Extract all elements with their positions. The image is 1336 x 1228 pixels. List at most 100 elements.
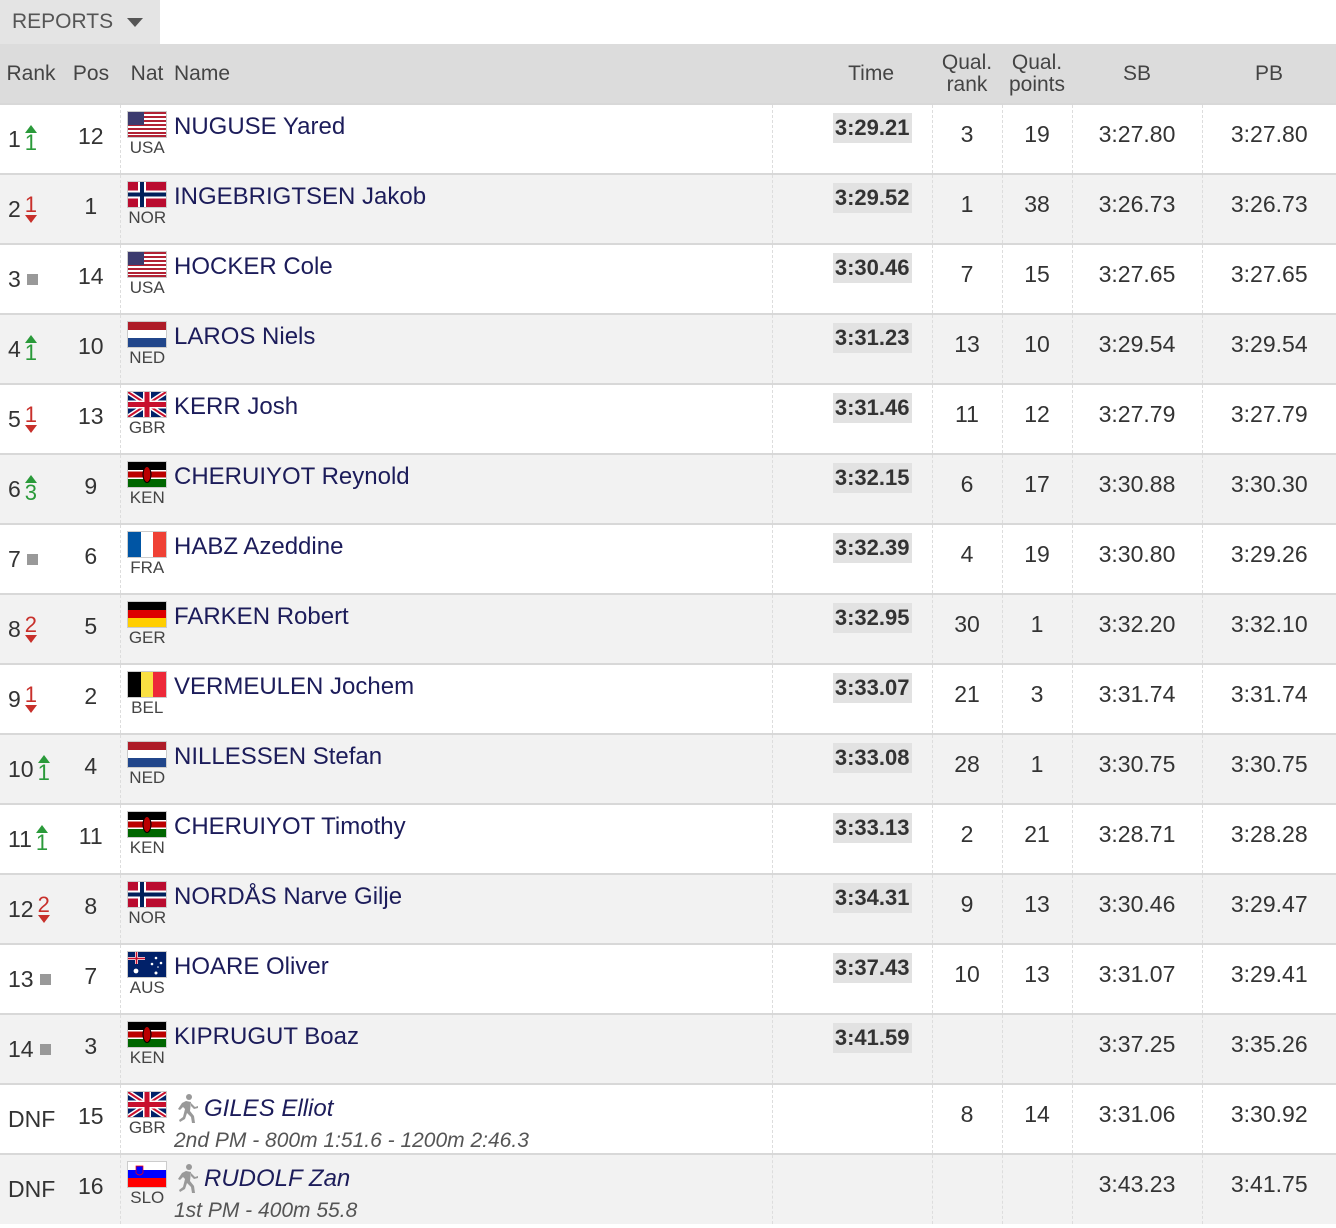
header-sb[interactable]: SB bbox=[1072, 44, 1202, 104]
time-value: 3:37.43 bbox=[832, 953, 912, 983]
athlete-name[interactable]: HOARE Oliver bbox=[174, 953, 329, 981]
rank-cell: 63 bbox=[0, 453, 62, 524]
rank-value: 5 bbox=[8, 405, 21, 432]
table-row[interactable]: 6 3 9 KEN CHERUIYOT Reynold 3:32.15 6 17 3:30.88… bbox=[0, 453, 1336, 524]
move-up-indicator: 3 bbox=[25, 475, 37, 504]
flag-nor-icon bbox=[127, 881, 168, 908]
table-row[interactable]: 5 1 13 GBR KERR Josh 3:31.46 11 12 3:27.79 3:27.7… bbox=[0, 383, 1336, 454]
rank-cell: 10 1 bbox=[0, 733, 62, 804]
athlete-name[interactable]: NUGUSE Yared bbox=[174, 113, 345, 141]
sb-cell: 3:31.06 bbox=[1072, 1083, 1203, 1154]
athlete-name[interactable]: GILES Elliot bbox=[204, 1095, 333, 1123]
pb-cell: 3:41.75 bbox=[1202, 1153, 1336, 1224]
qual-rank-cell: 9 bbox=[932, 873, 1003, 944]
athlete-name[interactable]: RUDOLF Zan bbox=[204, 1165, 350, 1193]
athlete-name[interactable]: CHERUIYOT Reynold bbox=[174, 463, 410, 491]
rank-value: DNF bbox=[8, 1175, 56, 1202]
athlete-name[interactable]: CHERUIYOT Timothy bbox=[174, 813, 406, 841]
table-row[interactable]: DNF 16 SLO RUDOLF Zan 1st PM - 400m 55.8 3:43… bbox=[0, 1153, 1336, 1224]
reports-dropdown-button[interactable]: REPORTS bbox=[0, 0, 160, 44]
reports-label: REPORTS bbox=[12, 10, 114, 33]
table-row[interactable]: 3 14 USA HOCKER Cole 3:30.46 7 15 3:27.65 3:27.6… bbox=[0, 243, 1336, 314]
name-cell: KERR Josh bbox=[174, 383, 773, 454]
qual-rank-cell bbox=[932, 1013, 1003, 1084]
toolbar: REPORTS bbox=[0, 0, 1336, 44]
rank-value: 8 bbox=[8, 615, 21, 642]
header-pos[interactable]: Pos bbox=[62, 44, 120, 104]
table-row[interactable]: 1 1 12 USA NUGUSE Yared 3:29.21 3 19 3:27.80 3:27… bbox=[0, 103, 1336, 174]
athlete-name[interactable]: KIPRUGUT Boaz bbox=[174, 1023, 359, 1051]
qual-rank-cell: 4 bbox=[932, 523, 1003, 594]
nat-code: USA bbox=[129, 278, 165, 297]
athlete-name[interactable]: FARKEN Robert bbox=[174, 603, 349, 631]
qual-rank-cell: 7 bbox=[932, 243, 1003, 314]
header-nat[interactable]: Nat bbox=[120, 44, 174, 104]
table-row[interactable]: 2 1 1 NOR INGEBRIGTSEN Jakob 3:29.52 1 38 3:26.7… bbox=[0, 173, 1336, 244]
rank-cell: 51 bbox=[0, 383, 62, 454]
pos-cell: 7 bbox=[62, 943, 121, 1014]
move-count: 2 bbox=[37, 892, 50, 917]
pos-cell: 4 bbox=[62, 733, 121, 804]
time-value: 3:41.59 bbox=[832, 1023, 912, 1053]
header-qual-points[interactable]: Qual. points bbox=[1002, 44, 1072, 104]
nat-cell: NED bbox=[120, 313, 174, 384]
move-count: 1 bbox=[24, 402, 38, 427]
pb-cell: 3:32.10 bbox=[1202, 593, 1336, 664]
rank-value: 2 bbox=[8, 195, 21, 222]
qual-rank-cell: 10 bbox=[932, 943, 1003, 1014]
time-value: 3:33.08 bbox=[832, 743, 912, 773]
athlete-name[interactable]: HOCKER Cole bbox=[174, 253, 333, 281]
table-row[interactable]: 14 3 KEN KIPRUGUT Boaz 3:41.59 3:37.25 3:35.26 bbox=[0, 1013, 1336, 1084]
table-row[interactable]: DNF 15 GBR GILES Elliot 2nd PM - 800m 1:51.6… bbox=[0, 1083, 1336, 1154]
flag-ned-icon bbox=[127, 741, 168, 768]
table-row[interactable]: 7 6 FRA HABZ Azeddine 3:32.39 4 19 3:30.80 3:29.… bbox=[0, 523, 1336, 594]
table-row[interactable]: 10 1 4 NED NILLESSEN Stefan 3:33.08 28 1 3:30.75… bbox=[0, 733, 1336, 804]
qual-rank-cell: 11 bbox=[932, 383, 1003, 454]
rank-value: 11 bbox=[8, 825, 32, 852]
rank-cell: DNF bbox=[0, 1083, 62, 1154]
nat-code: GBR bbox=[128, 418, 166, 437]
table-row[interactable]: 11 1 11 KEN CHERUIYOT Timothy 3:33.13 2 21 3:28.… bbox=[0, 803, 1336, 874]
arrow-down-icon bbox=[24, 705, 37, 713]
athlete-name[interactable]: INGEBRIGTSEN Jakob bbox=[174, 183, 426, 211]
table-row[interactable]: 13 7 AUS HOARE Oliver 3:37.43 10 13 3:31.07 3:29… bbox=[0, 943, 1336, 1014]
qual-rank-cell: 13 bbox=[932, 313, 1003, 384]
athlete-name[interactable]: VERMEULEN Jochem bbox=[174, 673, 414, 701]
athlete-name[interactable]: NILLESSEN Stefan bbox=[174, 743, 382, 771]
qual-rank-cell: 3 bbox=[932, 103, 1003, 174]
nat-cell: AUS bbox=[120, 943, 174, 1014]
table-row[interactable]: 8 2 5 GER FARKEN Robert 3:32.95 30 1 3:32.20 3:32… bbox=[0, 593, 1336, 664]
athlete-name[interactable]: HABZ Azeddine bbox=[174, 533, 343, 561]
nat-code: NOR bbox=[128, 908, 167, 927]
name-cell: HOARE Oliver bbox=[174, 943, 773, 1014]
rank-cell: 12 2 bbox=[0, 873, 62, 944]
dnf-detail: 2nd PM - 800m 1:51.6 - 1200m 2:46.3 bbox=[174, 1129, 529, 1152]
header-qual-rank[interactable]: Qual. rank bbox=[932, 44, 1002, 104]
name-cell: NORDÅS Narve Gilje bbox=[174, 873, 773, 944]
time-cell: 3:33.13 bbox=[772, 803, 933, 874]
move-count: 1 bbox=[24, 682, 38, 707]
table-row[interactable]: 9 1 2 BEL VERMEULEN Jochem 3:33.07 21 3 3:31.74 3… bbox=[0, 663, 1336, 734]
move-up-indicator: 1 bbox=[38, 755, 50, 784]
header-name[interactable]: Name bbox=[174, 44, 772, 104]
rank-cell: 11 1 bbox=[0, 803, 62, 874]
name-cell: FARKEN Robert bbox=[174, 593, 773, 664]
time-cell: 3:31.46 bbox=[772, 383, 933, 454]
table-row[interactable]: 12 2 8 NOR NORDÅS Narve Gilje 3:34.31 9 13 3:30.… bbox=[0, 873, 1336, 944]
qual-rank-cell: 1 bbox=[932, 173, 1003, 244]
athlete-name[interactable]: KERR Josh bbox=[174, 393, 298, 421]
table-row[interactable]: 4 1 10 NED LAROS Niels 3:31.23 13 10 3:29.54 3:29… bbox=[0, 313, 1336, 384]
pb-cell: 3:30.92 bbox=[1202, 1083, 1336, 1154]
time-cell bbox=[772, 1153, 933, 1224]
athlete-name[interactable]: NORDÅS Narve Gilje bbox=[174, 883, 402, 911]
athlete-name[interactable]: LAROS Niels bbox=[174, 323, 315, 351]
qual-rank-cell: 6 bbox=[932, 453, 1003, 524]
time-cell: 3:30.46 bbox=[772, 243, 933, 314]
rank-value: 13 bbox=[8, 965, 34, 992]
name-cell: VERMEULEN Jochem bbox=[174, 663, 773, 734]
pos-cell: 12 bbox=[62, 103, 121, 174]
header-time[interactable]: Time bbox=[772, 44, 932, 104]
header-pb[interactable]: PB bbox=[1202, 44, 1336, 104]
header-rank[interactable]: Rank bbox=[0, 44, 62, 104]
sb-cell: 3:31.07 bbox=[1072, 943, 1203, 1014]
